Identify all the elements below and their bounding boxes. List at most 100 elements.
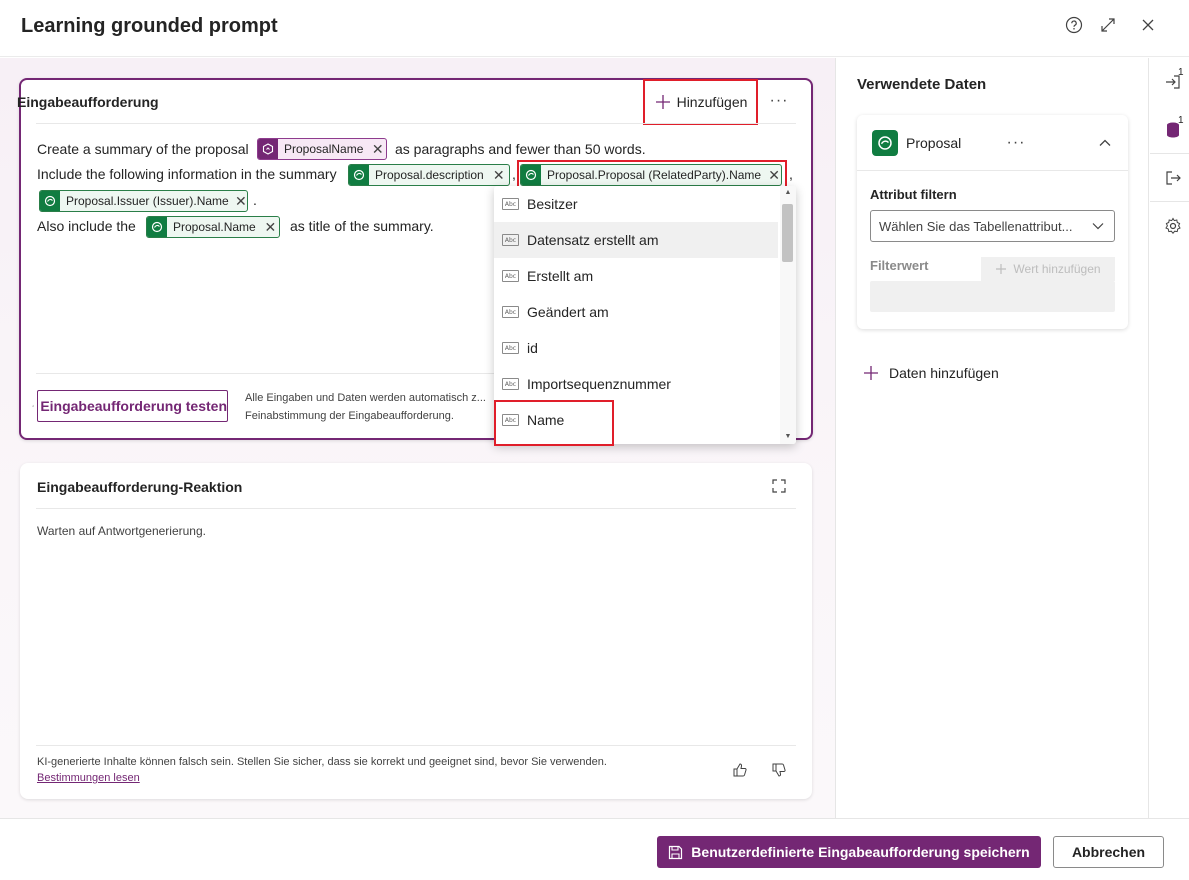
dataverse-icon — [872, 130, 898, 156]
save-icon — [669, 845, 683, 859]
text-field-icon: Abc — [502, 342, 519, 354]
entity-more-icon[interactable]: ··· — [1004, 131, 1028, 155]
add-data-button[interactable]: Daten hinzufügen — [863, 362, 999, 384]
text-field-icon: Abc — [502, 306, 519, 318]
remove-token-icon[interactable]: ✕ — [262, 219, 279, 236]
prompt-text-line1: Create a summary of the proposal — [37, 141, 249, 157]
cancel-button[interactable]: Abbrechen — [1053, 836, 1164, 868]
data-count-badge: 1 — [1178, 115, 1184, 126]
add-button[interactable]: Hinzufügen — [645, 80, 757, 124]
chevron-up-icon[interactable] — [1093, 131, 1117, 155]
dropdown-item[interactable]: Abc Besitzer — [494, 186, 778, 222]
text-field-icon: Abc — [502, 414, 519, 426]
token-label: Proposal.Proposal (RelatedParty).Name — [547, 168, 762, 182]
entity-card-divider — [857, 170, 1128, 171]
response-header-divider — [36, 508, 796, 509]
scroll-up-arrow[interactable]: ▲ — [783, 188, 793, 196]
test-prompt-button[interactable]: Eingabeaufforderung testen — [32, 390, 228, 422]
period: . — [253, 192, 257, 208]
prompt-text-line1-end: as paragraphs and fewer than 50 words. — [395, 141, 646, 157]
plus-icon — [864, 366, 878, 380]
token-label: ProposalName — [284, 142, 364, 156]
remove-token-icon[interactable]: ✕ — [235, 193, 247, 210]
token-label: Proposal.description — [375, 168, 484, 182]
input-variable-token[interactable]: ProposalName ✕ — [257, 138, 387, 160]
thumbs-down-icon[interactable] — [767, 758, 791, 782]
dropdown-item-label: Datensatz erstellt am — [527, 232, 659, 248]
plus-icon — [996, 264, 1007, 274]
attr-filter-label: Attribut filtern — [870, 187, 957, 202]
data-token-description[interactable]: Proposal.description ✕ — [348, 164, 510, 186]
remove-token-icon[interactable]: ✕ — [767, 167, 781, 184]
dropdown-item[interactable]: Abc Datensatz erstellt am — [494, 222, 778, 258]
remove-token-icon[interactable]: ✕ — [490, 167, 508, 184]
text-field-icon: Abc — [502, 198, 519, 210]
response-card-title: Eingabeaufforderung-Reaktion — [37, 479, 243, 495]
attribute-dropdown: Abc Besitzer Abc Datensatz erstellt am Abc Er… — [494, 186, 796, 444]
remove-token-icon[interactable]: ✕ — [369, 141, 386, 158]
save-button-label: Benutzerdefinierte Eingabeaufforderung s… — [691, 844, 1030, 860]
text-field-icon: Abc — [502, 234, 519, 246]
prompt-text-line4: Also include the — [37, 218, 136, 234]
text-field-icon: Abc — [502, 270, 519, 282]
sign-out-icon[interactable] — [1158, 163, 1188, 193]
dataverse-icon — [349, 165, 369, 185]
scroll-down-arrow[interactable]: ▼ — [783, 432, 793, 440]
help-icon[interactable] — [1063, 14, 1085, 36]
thumbs-up-icon[interactable] — [728, 758, 752, 782]
scrollbar-thumb[interactable] — [782, 204, 793, 262]
plus-icon — [655, 95, 670, 109]
dropdown-item[interactable]: Abc Name — [494, 402, 778, 438]
attribute-select[interactable]: Wählen Sie das Tabellenattribut... — [870, 210, 1115, 242]
dropdown-item[interactable]: Abc Importsequenznummer — [494, 366, 778, 402]
variable-icon — [258, 139, 278, 159]
test-prompt-label: Eingabeaufforderung testen — [40, 398, 227, 414]
flask-icon — [32, 405, 35, 407]
expand-icon[interactable] — [1097, 14, 1119, 36]
dialog-header: Learning grounded prompt — [0, 0, 1189, 57]
prompt-header-divider — [36, 123, 796, 124]
rail-divider — [1150, 201, 1189, 202]
add-value-label: Wert hinzufügen — [1013, 262, 1101, 276]
filter-value-input[interactable] — [870, 281, 1115, 312]
text-field-icon: Abc — [502, 378, 519, 390]
more-icon[interactable]: ··· — [767, 89, 791, 113]
fullscreen-icon[interactable] — [767, 474, 791, 498]
comma: , — [512, 166, 516, 182]
dropdown-item-label: Geändert am — [527, 304, 609, 320]
rail-divider — [1150, 153, 1189, 154]
dataverse-icon — [40, 191, 60, 211]
input-count-badge: 1 — [1178, 67, 1184, 78]
add-data-label: Daten hinzufügen — [889, 365, 999, 381]
dropdown-scrollbar[interactable]: ▲ ▼ — [780, 186, 796, 444]
data-token-name[interactable]: Proposal.Name ✕ — [146, 216, 280, 238]
dropdown-item-label: Erstellt am — [527, 268, 594, 284]
terms-link[interactable]: Bestimmungen lesen — [37, 772, 140, 784]
response-card — [20, 463, 812, 799]
dropdown-item[interactable]: Abc id — [494, 330, 778, 366]
save-custom-prompt-button[interactable]: Benutzerdefinierte Eingabeaufforderung s… — [657, 836, 1041, 868]
dropdown-item[interactable]: Abc Geändert am — [494, 294, 778, 330]
token-label: Proposal.Issuer (Issuer).Name — [66, 194, 229, 208]
close-icon[interactable] — [1137, 14, 1159, 36]
data-panel-title: Verwendete Daten — [857, 76, 987, 93]
token-label: Proposal.Name — [173, 220, 256, 234]
comma: , — [789, 166, 793, 182]
entity-name: Proposal — [906, 135, 962, 151]
gear-icon[interactable] — [1158, 211, 1188, 241]
add-value-button[interactable]: Wert hinzufügen — [981, 257, 1115, 281]
dropdown-item[interactable]: Abc Erstellt am — [494, 258, 778, 294]
test-note: Alle Eingaben und Daten werden automatis… — [245, 392, 486, 422]
ai-disclaimer: KI-generierte Inhalte können falsch sein… — [37, 756, 607, 768]
filter-value-label: Filterwert — [870, 258, 929, 273]
dropdown-item-label: Besitzer — [527, 196, 578, 212]
dataverse-icon — [521, 165, 541, 185]
data-token-related-party[interactable]: Proposal.Proposal (RelatedParty).Name ✕ — [520, 164, 782, 186]
dialog-title: Learning grounded prompt — [21, 15, 278, 37]
add-button-label: Hinzufügen — [676, 94, 748, 110]
prompt-text-line4-end: as title of the summary. — [290, 218, 434, 234]
dropdown-item-label: Importsequenznummer — [527, 376, 671, 392]
data-token-issuer[interactable]: Proposal.Issuer (Issuer).Name ✕ — [39, 190, 248, 212]
attribute-select-placeholder: Wählen Sie das Tabellenattribut... — [879, 218, 1073, 234]
prompt-text-line2: Include the following information in the… — [37, 166, 337, 182]
